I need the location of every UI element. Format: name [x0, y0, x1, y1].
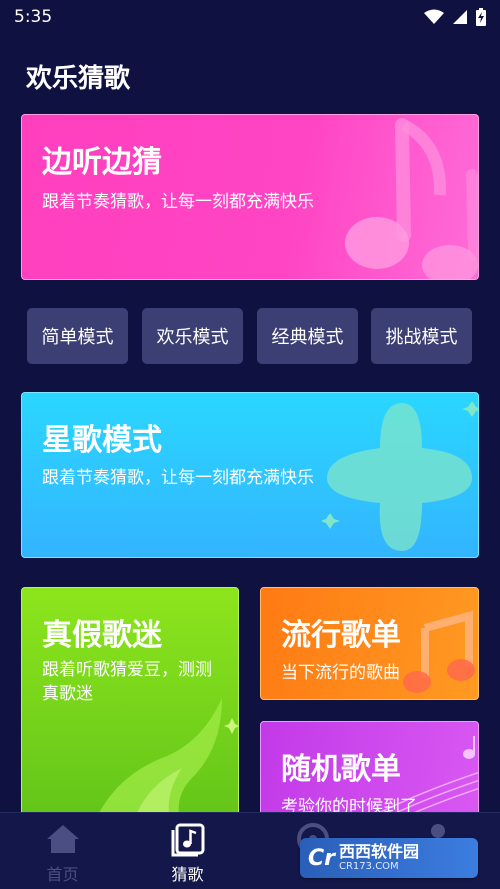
- page-title: 欢乐猜歌: [26, 64, 131, 94]
- listen-guess-subtitle: 跟着节奏猜歌，让每一刻都充满快乐: [42, 192, 314, 212]
- watermark-mark: Cr: [308, 845, 335, 871]
- nav-label-home: 首页: [46, 865, 79, 884]
- music-note-icon: [171, 823, 205, 857]
- mode-classic-button[interactable]: 经典模式: [257, 308, 358, 364]
- random-playlist-title: 随机歌单: [281, 752, 401, 787]
- listen-guess-title: 边听边猜: [42, 145, 162, 180]
- star-song-title: 星歌模式: [42, 423, 162, 458]
- status-time: 5:35: [14, 7, 53, 27]
- status-icons: [424, 8, 486, 26]
- mode-simple-button[interactable]: 简单模式: [27, 308, 128, 364]
- music-note-icon: [403, 610, 475, 693]
- home-icon: [47, 825, 79, 853]
- fake-fan-title: 真假歌迷: [42, 618, 162, 653]
- watermark-name: 西西软件园: [339, 842, 420, 861]
- watermark-logo: Cr 西西软件园 CR173.COM: [300, 838, 478, 878]
- fake-fan-card[interactable]: 真假歌迷 跟着听歌猜爱豆，测测真歌迷: [21, 587, 239, 827]
- status-bar: 5:35: [0, 0, 500, 34]
- hand-decoration-icon: [92, 698, 238, 826]
- wifi-icon: [424, 9, 444, 24]
- popular-playlist-subtitle: 当下流行的歌曲: [281, 663, 400, 683]
- listen-guess-card[interactable]: 边听边猜 跟着节奏猜歌，让每一刻都充满快乐: [21, 114, 479, 280]
- mode-happy-button[interactable]: 欢乐模式: [142, 308, 243, 364]
- star-icon: [322, 401, 478, 551]
- signal-icon: [453, 10, 467, 24]
- nav-item-home[interactable]: 首页: [0, 813, 125, 889]
- mode-buttons: 简单模式 欢乐模式 经典模式 挑战模式: [27, 308, 473, 364]
- star-song-card[interactable]: 星歌模式 跟着节奏猜歌，让每一刻都充满快乐: [21, 392, 479, 558]
- nav-label-guess: 猜歌: [171, 865, 204, 884]
- battery-icon: [476, 8, 486, 26]
- watermark-url: CR173.COM: [339, 861, 399, 872]
- popular-playlist-card[interactable]: 流行歌单 当下流行的歌曲: [260, 587, 479, 700]
- mode-challenge-button[interactable]: 挑战模式: [371, 308, 472, 364]
- watermark-text: 西西软件园 CR173.COM: [339, 843, 419, 873]
- nav-item-guess[interactable]: 猜歌: [125, 813, 250, 889]
- music-note-icon: [345, 118, 478, 279]
- popular-playlist-title: 流行歌单: [281, 618, 401, 653]
- fake-fan-subtitle: 跟着听歌猜爱豆，测测真歌迷: [42, 660, 212, 704]
- star-song-subtitle: 跟着节奏猜歌，让每一刻都充满快乐: [42, 468, 314, 488]
